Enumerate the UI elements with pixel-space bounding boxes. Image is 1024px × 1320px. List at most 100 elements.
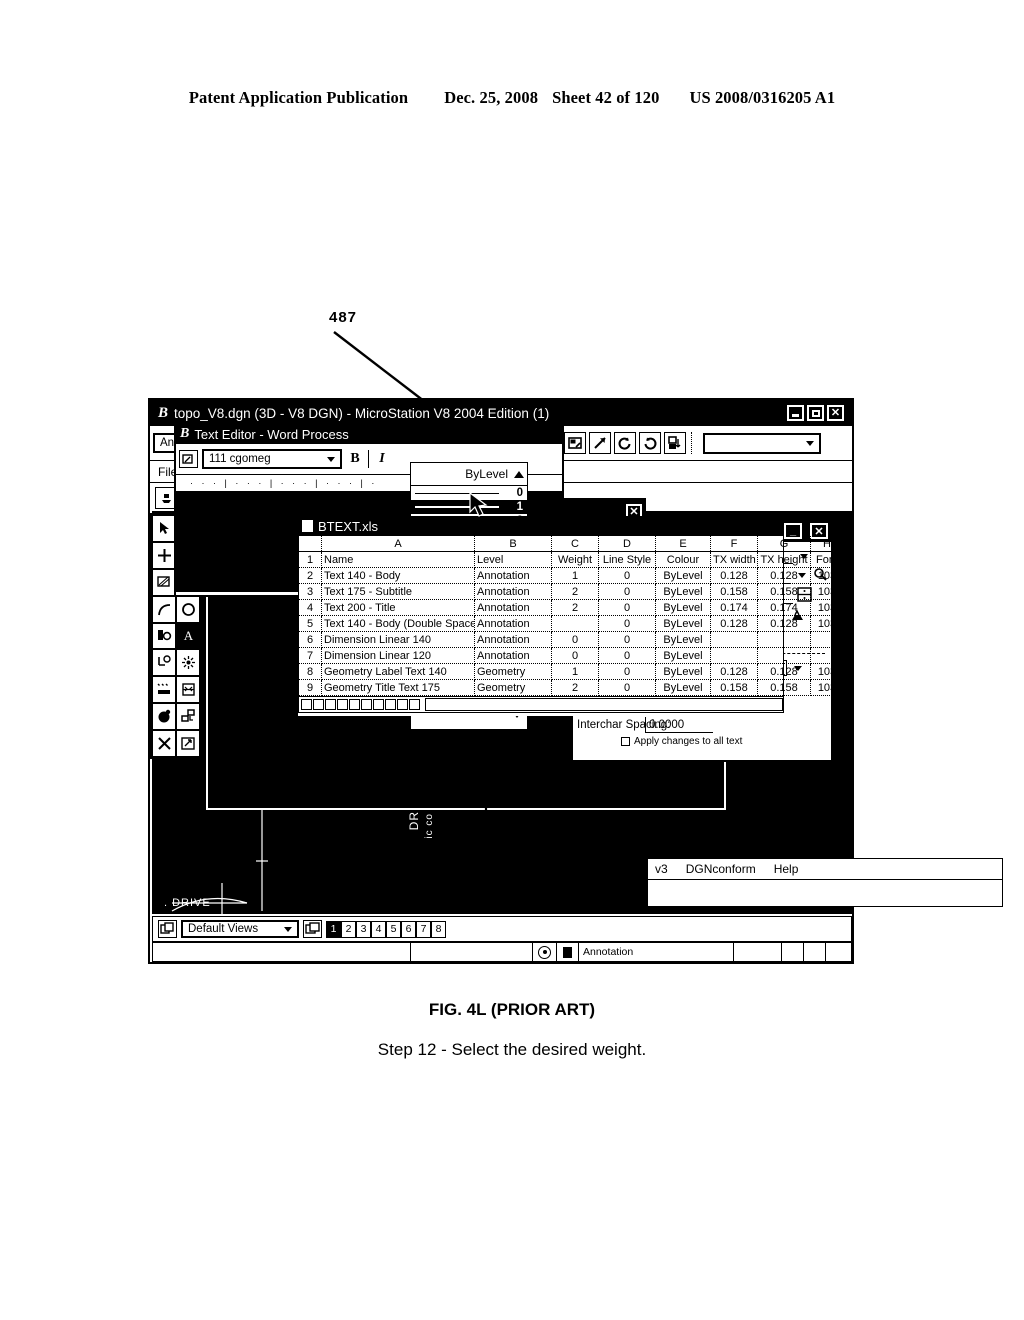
spreadsheet-titlebar: BTEXT.xls [298, 516, 784, 536]
element-selection-icon[interactable] [152, 515, 176, 542]
view-display-icon[interactable] [564, 432, 587, 454]
lock-status-icon[interactable] [557, 943, 579, 961]
font-value: 111 cgomeg [209, 453, 271, 465]
italic-button[interactable]: I [373, 449, 391, 469]
row-number: 6 [299, 631, 322, 648]
view-toggle-icon[interactable] [303, 920, 322, 938]
cell-txheight: 0.128 [757, 615, 811, 632]
chevron-down-icon [327, 456, 335, 462]
sheet-tool-9-icon[interactable] [397, 699, 408, 710]
column-header-a[interactable]: A [321, 536, 475, 552]
view-button-1[interactable]: 1 [326, 920, 341, 938]
sheet-tool-4-icon[interactable] [337, 699, 348, 710]
sheet-tool-3-icon[interactable] [325, 699, 336, 710]
column-header-e[interactable]: E [655, 536, 711, 552]
table-row[interactable]: 7 Dimension Linear 120 Annotation 0 0 ByLevel [299, 647, 844, 664]
view-button-6[interactable]: 6 [401, 920, 416, 938]
table-row[interactable]: 2 Text 140 - Body Annotation 1 0 ByLevel 0.128… [299, 567, 844, 584]
maximize-button[interactable] [807, 405, 824, 421]
view-button-8[interactable]: 8 [431, 920, 446, 938]
place-circle-icon[interactable] [176, 595, 200, 623]
sheet-tool-5-icon[interactable] [349, 699, 360, 710]
copy-view-icon[interactable] [664, 432, 687, 454]
menu-help[interactable]: Help [774, 862, 799, 876]
default-views-combo[interactable]: Default Views [181, 920, 299, 938]
view-button-7[interactable]: 7 [416, 920, 431, 938]
tool-search-combo[interactable] [703, 432, 822, 454]
groups-icon[interactable] [176, 703, 200, 731]
column-header-h[interactable]: H [810, 536, 844, 552]
pan-view-icon[interactable] [589, 432, 612, 454]
column-header-d[interactable]: D [598, 536, 656, 552]
cells-icon[interactable] [152, 622, 176, 650]
dimension-icon[interactable] [152, 649, 176, 677]
table-row[interactable]: 4 Text 200 - Title Annotation 2 0 ByLevel 0.17… [299, 599, 844, 616]
cell-level: Annotation [474, 567, 552, 584]
font-combo[interactable]: 111 cgomeg [202, 449, 342, 469]
minimize-button[interactable] [787, 405, 804, 421]
column-header-g[interactable]: G [757, 536, 811, 552]
table-row[interactable]: 6 Dimension Linear 140 Annotation 0 0 ByLevel [299, 631, 844, 648]
row-number: 7 [299, 647, 322, 664]
apply-changes-checkbox[interactable] [621, 737, 630, 746]
table-row-header[interactable]: 1 Name Level Weight Line Style Colour TX… [299, 551, 844, 568]
sheet-tool-7-icon[interactable] [373, 699, 384, 710]
line-weight-dropdown-header[interactable]: ByLevel [411, 463, 527, 486]
column-header-c[interactable]: C [551, 536, 599, 552]
table-row[interactable]: 9 Geometry Title Text 175 Geometry 2 0 ByLeve… [299, 679, 844, 696]
bold-button[interactable]: B [346, 449, 364, 469]
toolbar-divider [368, 450, 369, 468]
view-button-2[interactable]: 2 [341, 920, 356, 938]
close-button[interactable]: ✕ [827, 405, 844, 421]
interchar-spacing-value[interactable]: 0.0000 [645, 717, 713, 733]
spreadsheet-grid[interactable]: A B C D E F G H 1 Name Level Weight Line… [298, 536, 844, 697]
cell-name: Text 140 - Body [321, 567, 475, 584]
scroll-up-icon[interactable] [514, 470, 524, 478]
spreadsheet-table: A B C D E F G H 1 Name Level Weight Line… [299, 536, 844, 696]
patterns-icon[interactable] [152, 568, 176, 596]
sheet-tool-2-icon[interactable] [313, 699, 324, 710]
table-row[interactable]: 5 Text 140 - Body (Double Space) Annotatio… [299, 615, 844, 632]
view-previous-icon[interactable] [614, 432, 637, 454]
cell-txheight: 0.128 [757, 567, 811, 584]
scale-icon[interactable] [176, 730, 200, 757]
text-tool-icon[interactable]: A [176, 622, 200, 650]
cell-weight: 2 [551, 599, 599, 616]
cell-weight: 0 [551, 647, 599, 664]
status-extra-1 [734, 943, 782, 961]
row-number: 4 [299, 599, 322, 616]
table-row[interactable]: 3 Text 175 - Subtitle Annotation 2 0 ByLevel 0… [299, 583, 844, 600]
view-button-5[interactable]: 5 [386, 920, 401, 938]
cell-font: 103 [810, 567, 844, 584]
view-button-4[interactable]: 4 [371, 920, 386, 938]
place-arc-icon[interactable] [152, 595, 176, 623]
sheet-tool-10-icon[interactable] [409, 699, 420, 710]
manipulate-icon[interactable] [176, 676, 200, 704]
cell-txheight: 0.128 [757, 663, 811, 680]
lock-icon [563, 946, 572, 958]
snap-mode-icon[interactable] [533, 943, 557, 961]
place-point-icon[interactable] [152, 541, 176, 569]
column-header-b[interactable]: B [474, 536, 552, 552]
modify-icon[interactable] [176, 649, 200, 677]
apply-changes-row[interactable]: Apply changes to all text [577, 736, 827, 747]
menu-dgnconform[interactable]: DGNconform [686, 862, 756, 876]
column-header-f[interactable]: F [710, 536, 758, 552]
table-row[interactable]: 8 Geometry Label Text 140 Geometry 1 0 ByLeve… [299, 663, 844, 680]
sheet-tool-6-icon[interactable] [361, 699, 372, 710]
status-coords [411, 943, 533, 961]
horizontal-scrollbar[interactable] [425, 698, 783, 711]
line-weight-option-label: 1 [516, 501, 523, 514]
delete-element-icon[interactable] [152, 730, 176, 757]
spreadsheet-bottom-toolbar [298, 697, 784, 713]
sheet-tool-1-icon[interactable] [301, 699, 312, 710]
line-weight-option-label: 0 [516, 487, 523, 500]
chevron-down-icon [806, 440, 815, 446]
sheet-tool-8-icon[interactable] [385, 699, 396, 710]
render-icon[interactable] [152, 703, 176, 731]
view-next-icon[interactable] [639, 432, 662, 454]
menu-v3[interactable]: v3 [655, 862, 668, 876]
change-attributes-icon[interactable] [152, 676, 176, 704]
view-button-3[interactable]: 3 [356, 920, 371, 938]
sheet-number: Sheet 42 of 120 [552, 88, 660, 107]
